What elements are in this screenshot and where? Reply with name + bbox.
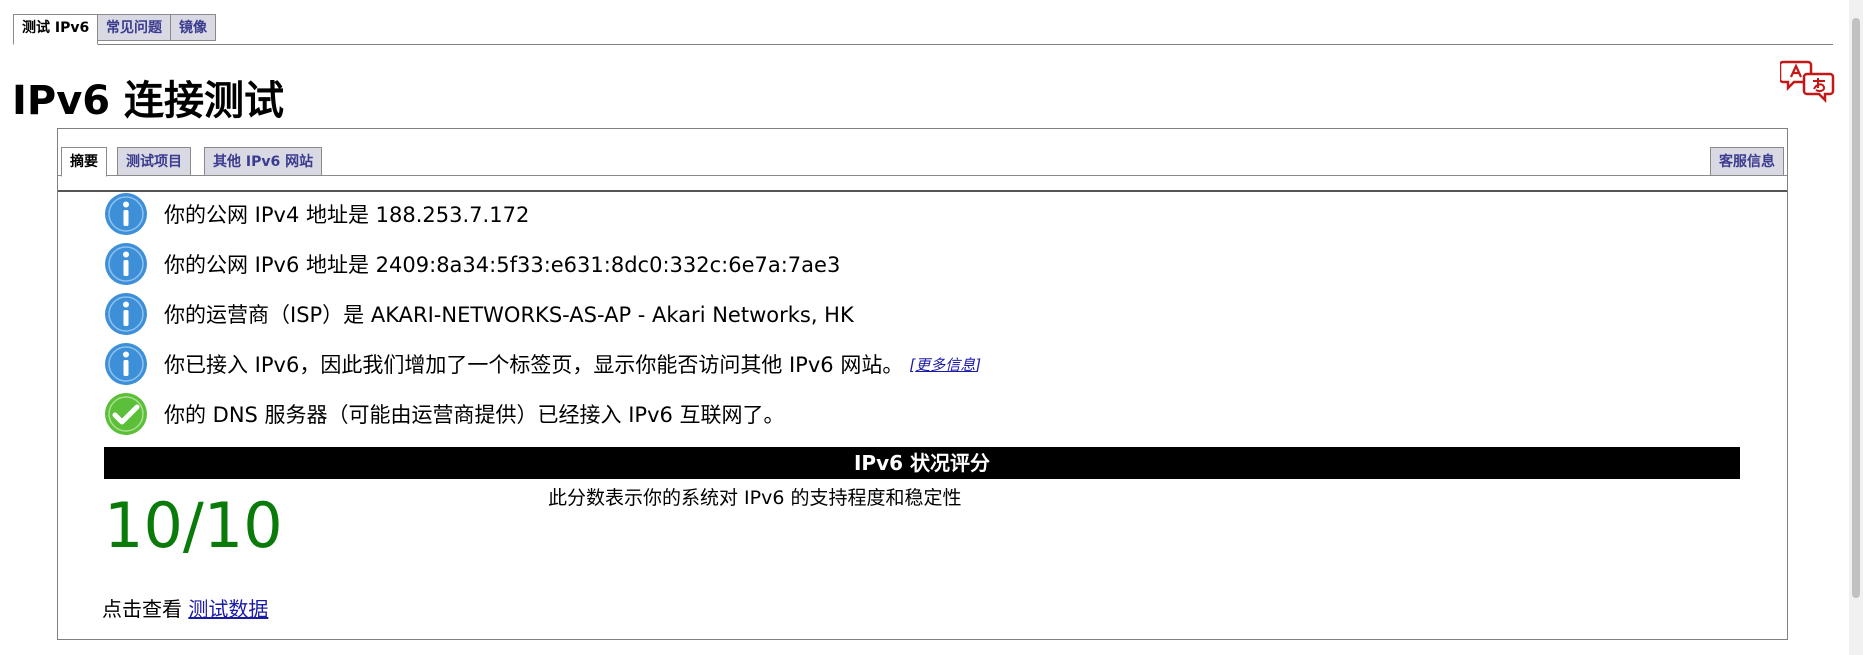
top-tab-bar: 测试 IPv6 常见问题 镜像 (13, 14, 1833, 45)
info-ipv4-address: 你的公网 IPv4 地址是 188.253.7.172 (104, 192, 529, 236)
page-scrollbar[interactable] (1849, 0, 1863, 655)
score-value: 10/10 (104, 489, 283, 562)
score-description: 此分数表示你的系统对 IPv6 的支持程度和稳定性 (548, 487, 962, 509)
info-isp: 你的运营商（ISP）是 AKARI-NETWORKS-AS-AP - Akari… (104, 292, 854, 336)
more-info-link-wrapper: [更多信息] (909, 355, 982, 374)
tab-summary[interactable]: 摘要 (61, 147, 107, 177)
info-ipv6-tab-added: 你已接入 IPv6，因此我们增加了一个标签页，显示你能否访问其他 IPv6 网站… (104, 342, 981, 386)
tab-test-items[interactable]: 测试项目 (117, 147, 191, 176)
scrollbar-thumb[interactable] (1852, 18, 1860, 598)
inner-tab-bar: 摘要 测试项目 其他 IPv6 网站 客服信息 (58, 129, 1787, 192)
info-ipv6-address: 你的公网 IPv6 地址是 2409:8a34:5f33:e631:8dc0:3… (104, 242, 840, 286)
page-title: IPv6 连接测试 (12, 78, 285, 124)
info-text: 你的公网 IPv4 地址是 188.253.7.172 (164, 203, 530, 227)
info-text: 你的公网 IPv6 地址是 2409:8a34:5f33:e631:8dc0:3… (164, 253, 841, 277)
tab-faq[interactable]: 常见问题 (97, 14, 171, 41)
info-icon (105, 293, 147, 335)
view-data-prefix: 点击查看 (102, 597, 182, 621)
tab-support-info[interactable]: 客服信息 (1710, 147, 1784, 176)
translate-icon[interactable] (1780, 58, 1836, 104)
tab-other-ipv6-sites[interactable]: 其他 IPv6 网站 (204, 147, 323, 176)
tab-mirrors[interactable]: 镜像 (170, 14, 216, 41)
test-data-link[interactable]: 测试数据 (188, 597, 268, 621)
score-heading: IPv6 状况评分 (104, 447, 1740, 479)
tab-test-ipv6[interactable]: 测试 IPv6 (13, 14, 99, 45)
info-icon (105, 343, 147, 385)
info-text: 你已接入 IPv6，因此我们增加了一个标签页，显示你能否访问其他 IPv6 网站… (164, 353, 904, 377)
more-info-link[interactable]: 更多信息 (915, 356, 975, 374)
view-test-data: 点击查看 测试数据 (102, 593, 268, 622)
info-text: 你的运营商（ISP）是 AKARI-NETWORKS-AS-AP - Akari… (164, 303, 854, 327)
info-dns-ipv6: 你的 DNS 服务器（可能由运营商提供）已经接入 IPv6 互联网了。 (104, 392, 785, 436)
check-icon (105, 393, 147, 435)
summary-panel: 摘要 测试项目 其他 IPv6 网站 客服信息 你的公网 IPv4 地址是 18… (57, 128, 1788, 640)
info-icon (105, 243, 147, 285)
info-text: 你的 DNS 服务器（可能由运营商提供）已经接入 IPv6 互联网了。 (164, 403, 785, 427)
info-icon (105, 193, 147, 235)
